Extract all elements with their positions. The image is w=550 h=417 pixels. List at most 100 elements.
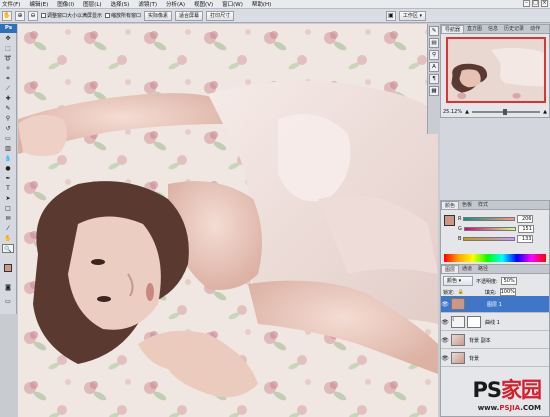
tab-styles[interactable]: 样式 [475,201,491,209]
tab-paths[interactable]: 路径 [475,265,491,273]
tab-histogram[interactable]: 直方图 [464,25,485,33]
lock-row: 锁定: 🔒 填充: 100% [443,288,516,296]
fill-input[interactable]: 100% [499,288,516,296]
blend-mode-select[interactable]: 颜色 ▾ [443,276,473,286]
history-brush-icon[interactable]: ↺ [2,124,14,133]
layer-row[interactable]: 👁 ⌇ 曲线 1 [441,314,549,331]
maximize-icon[interactable]: □ [532,0,539,7]
layer-row[interactable]: 👁 图层 1 [441,296,549,313]
hand-tool-icon[interactable]: ✋ [2,10,12,21]
close-icon[interactable]: × [541,0,548,7]
magic-wand-icon[interactable]: ✧ [2,64,14,73]
green-value[interactable]: 151 [517,225,534,233]
screen-mode-icon[interactable]: ▭ [2,297,14,306]
layer-thumbnail [451,334,465,346]
menu-image[interactable]: 图像(I) [57,0,74,8]
path-select-icon[interactable]: ➤ [2,194,14,203]
green-channel-row: G 151 [458,224,549,234]
minimize-icon[interactable]: – [523,0,530,7]
zoom-value[interactable]: 25.12% [443,109,462,115]
document-canvas[interactable] [18,24,438,417]
blue-channel-row: B 133 [458,234,549,244]
zoom-slider-thumb[interactable] [502,109,507,115]
zoom-in-icon[interactable]: ⊕ [15,10,25,21]
tab-navigator[interactable]: 导航器 [441,25,465,33]
zoom-tool-icon[interactable]: 🔍 [2,244,14,253]
zoom-row: 25.12% ▲ ▲ [443,108,547,116]
pen-tool-icon[interactable]: ✒ [2,174,14,183]
zoom-slider[interactable] [471,109,541,115]
color-spectrum-bar[interactable] [444,254,546,262]
paragraph-icon[interactable]: ¶ [429,74,439,84]
zoom-out-small-icon[interactable]: ▲ [465,109,469,115]
red-slider[interactable] [463,217,516,221]
gradient-tool-icon[interactable]: ▥ [2,144,14,153]
blue-slider[interactable] [463,237,516,241]
workspace-button[interactable]: 工作区 ▾ [398,10,426,21]
green-slider[interactable] [463,227,516,231]
print-size-button[interactable]: 打印尺寸 [206,10,235,21]
lock-icon[interactable]: 🔒 [458,289,464,295]
menu-select[interactable]: 选择(S) [111,0,130,8]
zoom-all-checkbox[interactable]: 缩放所有窗口 [105,12,141,19]
blur-tool-icon[interactable]: 💧 [2,154,14,163]
checkbox-icon [105,13,111,18]
layer-row[interactable]: 👁 背景 [441,350,549,367]
fit-screen-button[interactable]: 适合屏幕 [175,10,204,21]
healing-brush-icon[interactable]: ✚ [2,94,14,103]
tool-presets-icon[interactable]: ✎ [429,26,439,36]
red-value[interactable]: 206 [517,215,534,223]
opacity-input[interactable]: 50% [500,277,517,285]
lasso-tool-icon[interactable]: ➰ [2,54,14,63]
shape-tool-icon[interactable]: □ [2,204,14,213]
menu-help[interactable]: 帮助(H) [252,0,271,8]
hand-tool-icon[interactable]: ✋ [2,234,14,243]
color-fg-swatch[interactable] [444,215,455,226]
layer-row[interactable]: 👁 背景 副本 [441,332,549,349]
character-icon[interactable]: A [429,62,439,72]
menu-window[interactable]: 窗口(W) [222,0,243,8]
menu-file[interactable]: 文件(F) [2,0,20,8]
tab-color[interactable]: 颜色 [441,201,460,209]
navigator-thumbnail[interactable] [446,37,546,103]
eye-icon[interactable]: 👁 [441,337,449,344]
resize-windows-checkbox[interactable]: 调整窗口大小以满屏显示 [41,12,102,19]
zoom-out-icon[interactable]: ⊖ [28,10,38,21]
dodge-tool-icon[interactable]: ● [2,164,14,173]
eyedropper-icon[interactable]: ⁄ [2,224,14,233]
layer-comps-icon[interactable]: ▦ [429,86,439,96]
marquee-tool-icon[interactable]: ⬚ [2,44,14,53]
clone-source-icon[interactable]: ⚲ [429,50,439,60]
menu-analysis[interactable]: 分析(A) [166,0,185,8]
camera-icon[interactable]: ▣ [385,10,396,21]
tab-actions[interactable]: 动作 [527,25,543,33]
eraser-tool-icon[interactable]: ▭ [2,134,14,143]
tab-swatches[interactable]: 色板 [459,201,475,209]
type-tool-icon[interactable]: T [2,184,14,193]
brushes-icon[interactable]: ▤ [429,38,439,48]
notes-tool-icon[interactable]: ✉ [2,214,14,223]
menu-view[interactable]: 视图(V) [194,0,213,8]
eye-icon[interactable]: 👁 [441,301,449,308]
foreground-color-swatch[interactable] [4,264,12,272]
brush-tool-icon[interactable]: ✎ [2,104,14,113]
clone-stamp-icon[interactable]: ⚲ [2,114,14,123]
navigator-tabs: 导航器 直方图 信息 历史记录 动作 [441,25,549,34]
blue-value[interactable]: 133 [517,235,534,243]
tab-channels[interactable]: 通道 [459,265,475,273]
tab-layers[interactable]: 图层 [441,265,460,273]
quick-mask-icon[interactable]: ◙ [2,283,14,292]
slice-tool-icon[interactable]: ⟋ [2,84,14,93]
move-tool-icon[interactable]: ✥ [2,34,14,43]
tab-info[interactable]: 信息 [485,25,501,33]
eye-icon[interactable]: 👁 [441,319,449,326]
zoom-in-large-icon[interactable]: ▲ [543,109,547,115]
eye-icon[interactable]: 👁 [441,355,449,362]
menu-edit[interactable]: 编辑(E) [29,0,48,8]
crop-tool-icon[interactable]: ⌗ [2,74,14,83]
fill-label: 填充: [484,289,497,296]
tab-history[interactable]: 历史记录 [501,25,527,33]
menu-layer[interactable]: 图层(L) [83,0,101,8]
actual-pixels-button[interactable]: 实际像素 [144,10,173,21]
menu-filter[interactable]: 滤镜(T) [138,0,157,8]
